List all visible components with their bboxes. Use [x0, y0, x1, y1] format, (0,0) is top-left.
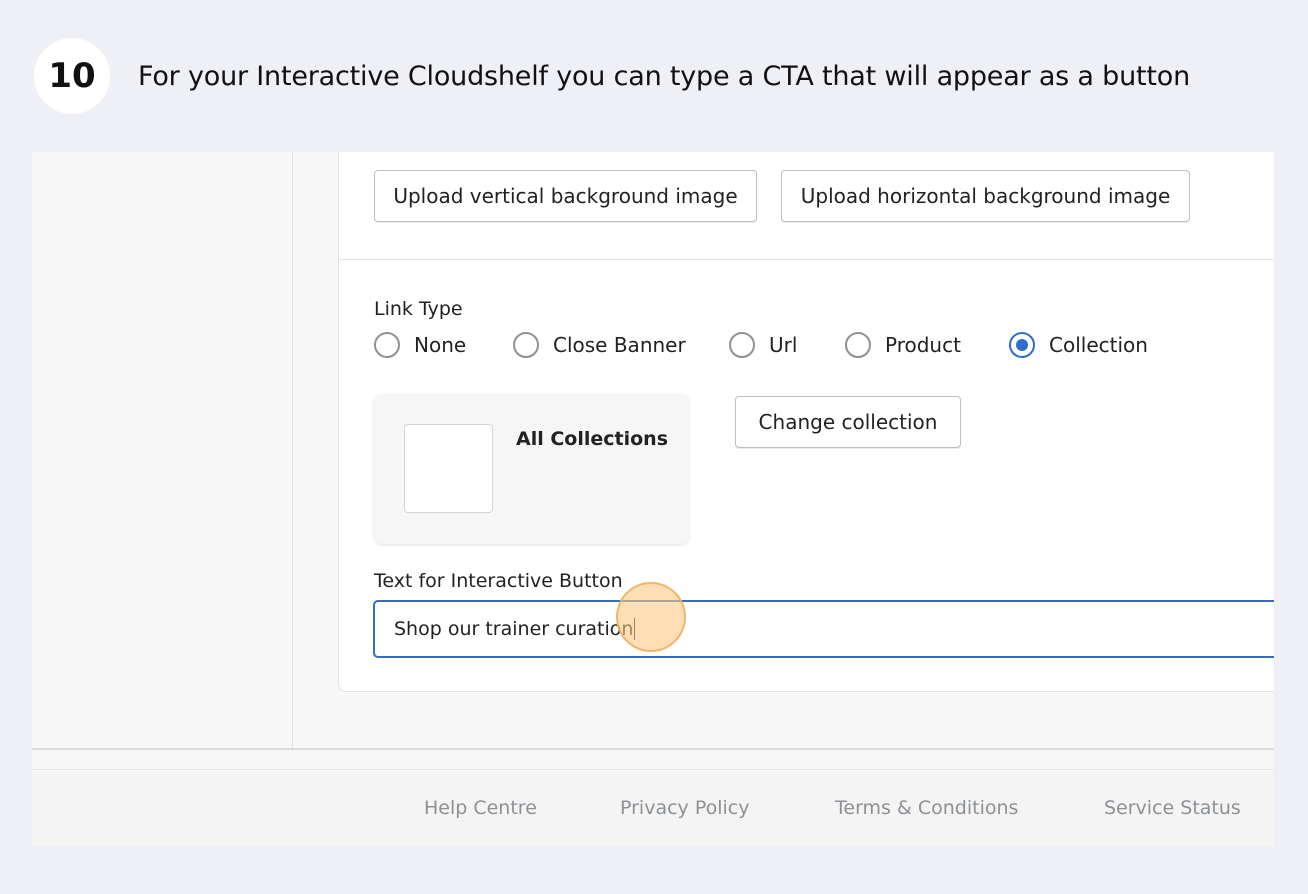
footer: Help Centre Privacy Policy Terms & Condi… — [32, 771, 1274, 846]
radio-label-none: None — [414, 333, 467, 357]
radio-product[interactable]: Product — [845, 332, 961, 358]
interactive-button-text-label: Text for Interactive Button — [374, 570, 623, 592]
step-header: 10 For your Interactive Cloudshelf you c… — [34, 38, 1190, 114]
link-type-label: Link Type — [374, 298, 463, 320]
radio-button[interactable] — [374, 332, 400, 358]
footer-spacer — [32, 750, 1274, 770]
collection-title: All Collections — [516, 428, 668, 450]
radio-button[interactable] — [513, 332, 539, 358]
footer-link-terms[interactable]: Terms & Conditions — [835, 797, 1018, 819]
step-number-badge: 10 — [34, 38, 110, 114]
radio-close-banner[interactable]: Close Banner — [513, 332, 686, 358]
radio-collection[interactable]: Collection — [1009, 332, 1148, 358]
selected-collection-card: All Collections — [374, 394, 689, 544]
radio-button[interactable] — [729, 332, 755, 358]
radio-button-selected[interactable] — [1009, 332, 1035, 358]
footer-link-service-status[interactable]: Service Status — [1104, 797, 1241, 819]
radio-button[interactable] — [845, 332, 871, 358]
left-sidebar — [32, 152, 293, 748]
collection-thumbnail — [404, 424, 493, 513]
upload-vertical-background-button[interactable]: Upload vertical background image — [374, 170, 757, 222]
radio-label-close-banner: Close Banner — [553, 333, 686, 357]
footer-link-privacy-policy[interactable]: Privacy Policy — [620, 797, 749, 819]
radio-label-url: Url — [769, 333, 798, 357]
step-instruction: For your Interactive Cloudshelf you can … — [138, 60, 1191, 92]
card-divider — [339, 259, 1274, 260]
input-value: Shop our trainer curation — [394, 618, 634, 640]
click-indicator — [616, 582, 686, 652]
radio-url[interactable]: Url — [729, 332, 797, 358]
footer-link-help-centre[interactable]: Help Centre — [424, 797, 537, 819]
upload-horizontal-background-button[interactable]: Upload horizontal background image — [781, 170, 1190, 222]
radio-label-product: Product — [885, 333, 961, 357]
screenshot-frame: Upload vertical background image Upload … — [32, 152, 1274, 846]
radio-none[interactable]: None — [374, 332, 466, 358]
interactive-button-text-input[interactable]: Shop our trainer curation — [373, 600, 1274, 658]
change-collection-button[interactable]: Change collection — [735, 396, 961, 448]
radio-label-collection: Collection — [1049, 333, 1148, 357]
